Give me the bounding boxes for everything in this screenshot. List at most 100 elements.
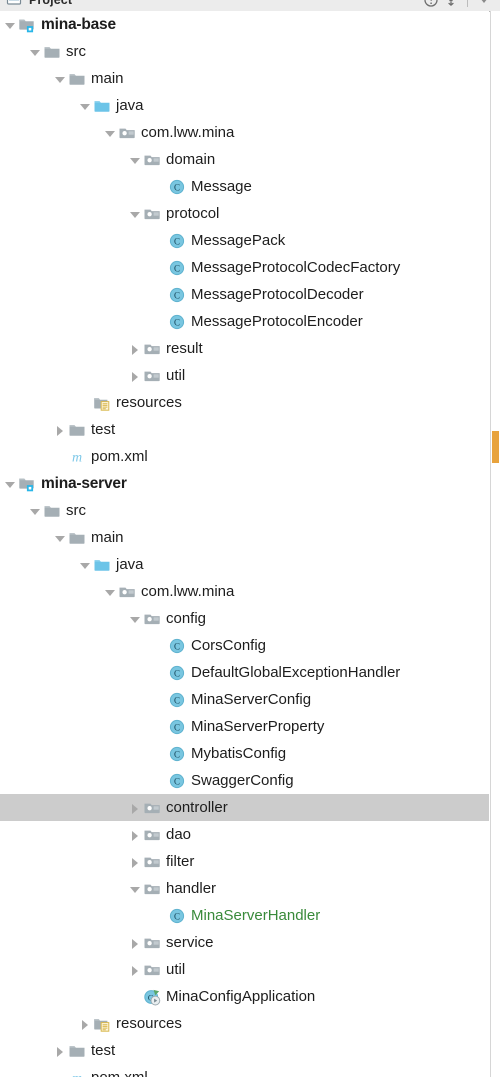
class-icon: C: [168, 772, 186, 790]
tool-window-title-group[interactable]: Project: [0, 0, 423, 9]
svg-text:C: C: [174, 911, 180, 921]
collapse-all-icon[interactable]: [443, 0, 459, 8]
tree-node-swaggerconfig[interactable]: C SwaggerConfig: [0, 767, 489, 794]
chevron-down-icon[interactable]: [102, 584, 118, 600]
tree-node-corsconfig[interactable]: C CorsConfig: [0, 632, 489, 659]
tree-node-java[interactable]: java: [0, 92, 489, 119]
chevron-down-icon[interactable]: [27, 44, 43, 60]
chevron-down-icon[interactable]: [127, 881, 143, 897]
tree-node-minaserverconfig[interactable]: C MinaServerConfig: [0, 686, 489, 713]
tree-node-protocol[interactable]: protocol: [0, 200, 489, 227]
chevron-down-icon[interactable]: [102, 125, 118, 141]
tree-node-handler[interactable]: handler: [0, 875, 489, 902]
chevron-down-icon[interactable]: [127, 206, 143, 222]
tree-node-src[interactable]: src: [0, 38, 489, 65]
tree-node-dao[interactable]: dao: [0, 821, 489, 848]
tree-node-mina-server[interactable]: mina-server: [0, 470, 489, 497]
tree-node-label: CorsConfig: [191, 637, 267, 654]
tree-node-result[interactable]: result: [0, 335, 489, 362]
tree-node-config[interactable]: config: [0, 605, 489, 632]
tree-node-com-lww-mina[interactable]: com.lww.mina: [0, 578, 489, 605]
tree-node-controller[interactable]: controller: [0, 794, 489, 821]
tree-node-label: main: [91, 70, 124, 87]
svg-text:C: C: [174, 776, 180, 786]
tree-node-test[interactable]: test: [0, 416, 489, 443]
tree-node-messagepack[interactable]: C MessagePack: [0, 227, 489, 254]
chevron-down-icon[interactable]: [27, 503, 43, 519]
tree-node-message[interactable]: C Message: [0, 173, 489, 200]
tree-node-label: MinaServerProperty: [191, 718, 325, 735]
chevron-down-icon[interactable]: [127, 152, 143, 168]
tree-node-messageprotocolencoder[interactable]: C MessageProtocolEncoder: [0, 308, 489, 335]
svg-text:C: C: [174, 290, 180, 300]
error-stripe-scrollbar[interactable]: [490, 11, 500, 1077]
chevron-right-icon[interactable]: [127, 368, 143, 384]
chevron-down-icon[interactable]: [77, 557, 93, 573]
chevron-right-icon[interactable]: [127, 827, 143, 843]
chevron-down-icon[interactable]: [2, 17, 18, 33]
tree-node-filter[interactable]: filter: [0, 848, 489, 875]
package-icon: [143, 853, 161, 871]
chevron-down-icon[interactable]: [127, 611, 143, 627]
chevron-right-icon[interactable]: [127, 935, 143, 951]
tree-node-src[interactable]: src: [0, 497, 489, 524]
tree-node-mina-base[interactable]: mina-base: [0, 11, 489, 38]
tree-node-com-lww-mina[interactable]: com.lww.mina: [0, 119, 489, 146]
tree-node-util[interactable]: util: [0, 362, 489, 389]
tree-node-service[interactable]: service: [0, 929, 489, 956]
chevron-down-icon[interactable]: [2, 476, 18, 492]
tree-node-pom-xml[interactable]: m pom.xml: [0, 443, 489, 470]
tree-node-minaserverproperty[interactable]: C MinaServerProperty: [0, 713, 489, 740]
tree-node-java[interactable]: java: [0, 551, 489, 578]
gear-icon[interactable]: [476, 0, 492, 8]
tree-node-minaconfigapplication[interactable]: C MinaConfigApplication: [0, 983, 489, 1010]
class-icon: C: [168, 637, 186, 655]
folder-icon: [68, 421, 86, 439]
tree-node-label: controller: [166, 799, 228, 816]
chevron-right-icon[interactable]: [52, 1043, 68, 1059]
tree-node-pom-xml[interactable]: m pom.xml: [0, 1064, 489, 1077]
chevron-right-icon[interactable]: [127, 854, 143, 870]
tree-node-main[interactable]: main: [0, 65, 489, 92]
tree-node-label: result: [166, 340, 203, 357]
tree-node-mybatisconfig[interactable]: C MybatisConfig: [0, 740, 489, 767]
toolbar-divider: [467, 0, 468, 7]
tree-node-label: mina-base: [41, 15, 116, 33]
chevron-right-icon[interactable]: [127, 800, 143, 816]
tree-node-messageprotocoldecoder[interactable]: C MessageProtocolDecoder: [0, 281, 489, 308]
class-icon: C: [168, 178, 186, 196]
tree-node-domain[interactable]: domain: [0, 146, 489, 173]
chevron-right-icon[interactable]: [52, 422, 68, 438]
tree-node-util[interactable]: util: [0, 956, 489, 983]
chevron-down-icon[interactable]: [52, 71, 68, 87]
help-icon[interactable]: [423, 0, 439, 8]
tree-node-main[interactable]: main: [0, 524, 489, 551]
chevron-right-icon[interactable]: [127, 341, 143, 357]
project-tool-icon: [6, 0, 24, 9]
tree-node-resources[interactable]: resources: [0, 1010, 489, 1037]
project-tree[interactable]: mina-base src main java com.lww.mina domain C M…: [0, 11, 489, 1077]
module-icon: [18, 16, 36, 34]
chevron-right-icon[interactable]: [127, 962, 143, 978]
warning-mark[interactable]: [492, 431, 499, 463]
chevron-down-icon[interactable]: [52, 530, 68, 546]
tree-node-test[interactable]: test: [0, 1037, 489, 1064]
tree-node-resources[interactable]: resources: [0, 389, 489, 416]
module-icon: [18, 475, 36, 493]
svg-text:C: C: [174, 182, 180, 192]
tree-node-label: handler: [166, 880, 217, 897]
chevron-down-icon[interactable]: [77, 98, 93, 114]
tree-node-messageprotocolcodecfactory[interactable]: C MessageProtocolCodecFactory: [0, 254, 489, 281]
tree-node-label: MessageProtocolDecoder: [191, 286, 364, 303]
tree-node-minaserverhandler[interactable]: C MinaServerHandler: [0, 902, 489, 929]
tree-node-defaultglobalexceptionhandler[interactable]: C DefaultGlobalExceptionHandler: [0, 659, 489, 686]
package-icon: [118, 124, 136, 142]
package-icon: [143, 340, 161, 358]
chevron-right-icon[interactable]: [77, 1016, 93, 1032]
